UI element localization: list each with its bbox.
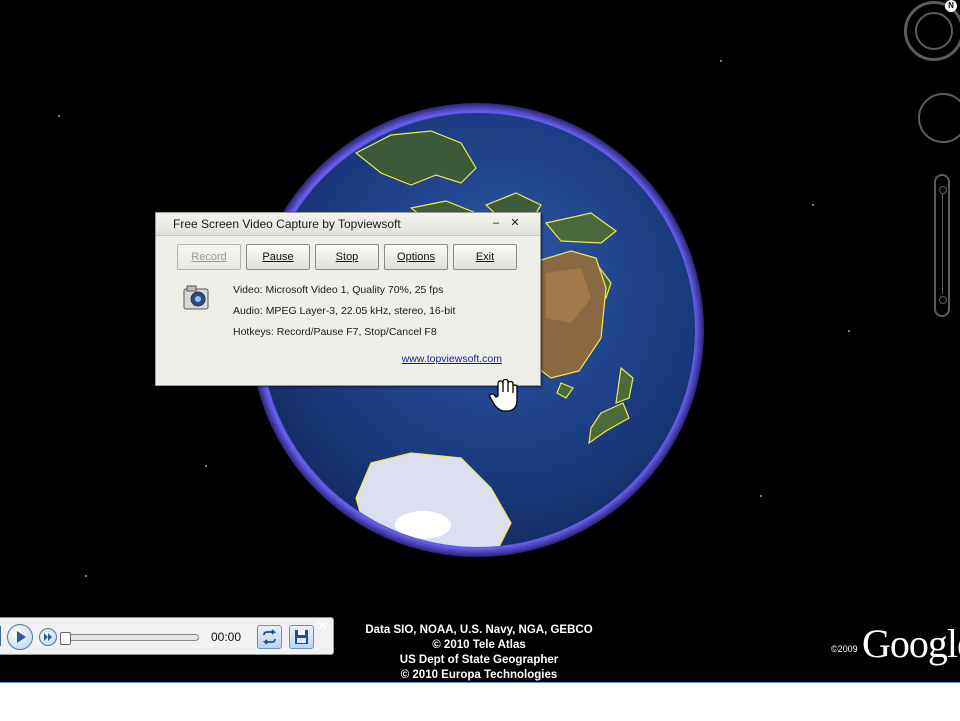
minimize-button[interactable]: –	[489, 216, 503, 230]
move-control[interactable]	[918, 93, 960, 143]
star	[85, 575, 87, 577]
play-icon	[17, 631, 26, 643]
save-icon	[295, 630, 308, 644]
fast-forward-button[interactable]	[39, 628, 57, 646]
exit-button[interactable]: Exit	[453, 244, 517, 270]
options-button[interactable]: Options	[384, 244, 448, 270]
record-button[interactable]: Record	[177, 244, 241, 270]
star	[720, 60, 722, 62]
media-player-bar: 00:00	[0, 617, 334, 655]
video-info: Video: Microsoft Video 1, Quality 70%, 2…	[233, 284, 444, 296]
star	[812, 204, 814, 206]
look-around-control[interactable]: N	[904, 0, 960, 61]
logo-copyright: ©2009	[831, 644, 858, 654]
hand-cursor-icon	[489, 378, 518, 412]
prev-edge	[0, 626, 1, 646]
attribution-line: © 2010 Tele Atlas	[432, 639, 526, 651]
stop-button[interactable]: Stop	[315, 244, 379, 270]
bottom-status-strip	[0, 682, 960, 721]
dialog-titlebar[interactable]: Free Screen Video Capture by Topviewsoft…	[156, 213, 540, 236]
zoom-slider[interactable]	[934, 174, 950, 317]
seek-thumb[interactable]	[60, 632, 71, 645]
website-link[interactable]: www.topviewsoft.com	[402, 353, 502, 365]
pause-button[interactable]: Pause	[246, 244, 310, 270]
camera-icon	[183, 285, 209, 310]
north-icon[interactable]: N	[945, 0, 957, 12]
google-logo: Google	[862, 621, 960, 666]
star	[848, 330, 850, 332]
seek-bar[interactable]	[60, 632, 199, 645]
repeat-button[interactable]	[257, 625, 282, 649]
map-attribution: Data SIO, NOAA, U.S. Navy, NGA, GEBCO © …	[338, 623, 620, 683]
repeat-icon	[262, 629, 277, 645]
fast-forward-icon	[44, 633, 52, 641]
play-button[interactable]	[7, 624, 33, 650]
dialog-title: Free Screen Video Capture by Topviewsoft	[173, 217, 401, 231]
star	[205, 465, 207, 467]
attribution-line: © 2010 Europa Technologies	[400, 669, 558, 681]
star	[760, 495, 762, 497]
time-display: 00:00	[211, 630, 242, 644]
attribution-line: US Dept of State Geographer	[399, 654, 559, 666]
player-close-button[interactable]: ✕	[317, 618, 328, 634]
dialog-close-button[interactable]: ✕	[508, 216, 522, 230]
hotkeys-info: Hotkeys: Record/Pause F7, Stop/Cancel F8	[233, 326, 437, 338]
capture-dialog: Free Screen Video Capture by Topviewsoft…	[155, 212, 541, 386]
star	[58, 115, 60, 117]
save-button[interactable]	[289, 625, 314, 649]
audio-info: Audio: MPEG Layer-3, 22.05 kHz, stereo, …	[233, 305, 456, 317]
attribution-line: Data SIO, NOAA, U.S. Navy, NGA, GEBCO	[365, 624, 593, 636]
